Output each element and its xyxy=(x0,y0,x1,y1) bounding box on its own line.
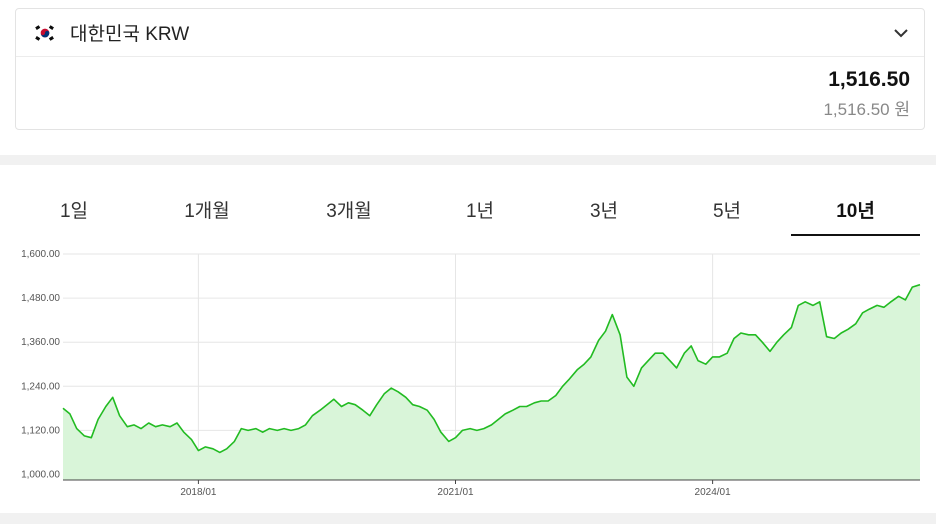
y-tick-label: 1,600.00 xyxy=(21,249,60,260)
y-tick-label: 1,480.00 xyxy=(21,293,60,304)
y-tick-label: 1,000.00 xyxy=(21,469,60,480)
section-divider xyxy=(0,155,936,165)
tab-3-months[interactable]: 3개월 xyxy=(285,192,413,236)
currency-name: 대한민국 KRW xyxy=(70,24,190,45)
y-tick-label: 1,120.00 xyxy=(21,425,60,436)
currency-card: 대한민국 KRW 1,516.50 1,516.50 원 xyxy=(15,8,925,130)
tab-1-day[interactable]: 1일 xyxy=(15,192,133,236)
section-divider-bottom xyxy=(0,513,936,524)
south-korea-flag-icon xyxy=(32,23,58,42)
x-tick-label: 2021/01 xyxy=(437,487,474,498)
x-tick-label: 2024/01 xyxy=(695,487,732,498)
currency-selector[interactable]: 대한민국 KRW xyxy=(16,9,924,57)
tab-10-years[interactable]: 10년 xyxy=(791,192,920,236)
converted-amount: 1,516.50 xyxy=(828,68,910,91)
x-tick-label: 2018/01 xyxy=(180,487,217,498)
exchange-rate-chart[interactable]: 1,600.00 1,480.00 1,360.00 1,240.00 1,120.00… xyxy=(0,244,936,512)
tab-3-years[interactable]: 3년 xyxy=(543,192,665,236)
converted-amount-won: 1,516.50 원 xyxy=(823,100,910,119)
tab-1-year[interactable]: 1년 xyxy=(420,192,540,236)
tab-5-years[interactable]: 5년 xyxy=(666,192,788,236)
y-tick-label: 1,360.00 xyxy=(21,337,60,348)
y-tick-label: 1,240.00 xyxy=(21,381,60,392)
period-tabs: 1일 1개월 3개월 1년 3년 5년 10년 xyxy=(15,192,925,238)
chevron-down-icon[interactable] xyxy=(892,24,910,42)
chart-area-fill xyxy=(63,284,920,480)
tab-1-month[interactable]: 1개월 xyxy=(145,192,269,236)
